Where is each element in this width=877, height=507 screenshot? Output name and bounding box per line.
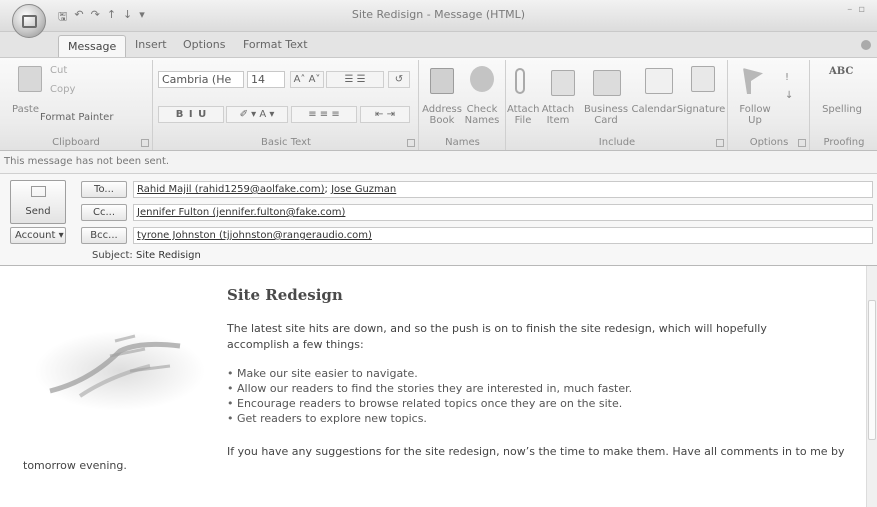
business-card-button[interactable]: Business Card bbox=[583, 104, 629, 126]
send-button[interactable]: Send bbox=[10, 180, 66, 224]
importance-low-icon[interactable]: ↓ bbox=[785, 90, 793, 101]
tab-options[interactable]: Options bbox=[183, 38, 225, 51]
cc-field[interactable]: Jennifer Fulton (jennifer.fulton@fake.co… bbox=[133, 204, 873, 221]
body-paragraph: The latest site hits are down, and so th… bbox=[227, 322, 767, 351]
spelling-icon[interactable]: ABC bbox=[829, 66, 853, 77]
include-label: Include bbox=[598, 137, 636, 148]
paste-icon[interactable] bbox=[18, 66, 42, 92]
follow-up-flag-icon[interactable] bbox=[743, 68, 763, 94]
envelope-icon bbox=[31, 186, 46, 197]
ribbon: Paste Cut Copy Format Painter Clipboard … bbox=[0, 57, 877, 151]
names-label: Names bbox=[445, 137, 480, 148]
paste-button[interactable]: Paste bbox=[12, 104, 39, 115]
spelling-button[interactable]: Spelling bbox=[819, 104, 865, 115]
address-book-icon[interactable] bbox=[430, 68, 454, 94]
check-names-icon[interactable] bbox=[470, 66, 494, 92]
send-label: Send bbox=[25, 206, 51, 217]
attach-item-button[interactable]: Attach Item bbox=[541, 104, 575, 126]
highlight-fontcolor-buttons[interactable]: ✐ ▾ A ▾ bbox=[226, 106, 288, 123]
calendar-icon[interactable] bbox=[645, 68, 673, 94]
proofing-label: Proofing bbox=[823, 137, 865, 148]
tab-message[interactable]: Message bbox=[58, 35, 127, 59]
options-label: Options bbox=[749, 137, 789, 148]
basic-text-label: Basic Text bbox=[261, 137, 311, 148]
dialog-launcher-icon[interactable] bbox=[407, 139, 415, 147]
window-title: Site Redisign - Message (HTML) bbox=[351, 8, 526, 21]
list-item: Allow our readers to find the stories th… bbox=[227, 381, 632, 396]
signature-button[interactable]: Signature bbox=[677, 104, 725, 115]
vertical-scrollbar[interactable] bbox=[866, 266, 877, 507]
font-size-box[interactable]: 14 bbox=[247, 71, 285, 88]
chevron-down-icon: ▾ bbox=[58, 230, 64, 241]
font-name-box[interactable]: Cambria (He bbox=[158, 71, 244, 88]
recipient-link[interactable]: Rahid Majil (rahid1259@aolfake.com) bbox=[137, 184, 325, 195]
cut-button[interactable]: Cut bbox=[50, 65, 67, 76]
paperclip-icon[interactable] bbox=[515, 68, 525, 94]
list-item: Get readers to explore new topics. bbox=[227, 411, 632, 426]
options-group: ! ↓ Follow Up Options bbox=[729, 60, 810, 150]
bullet-list: Make our site easier to navigate. Allow … bbox=[227, 366, 632, 426]
format-painter-button[interactable]: Format Painter bbox=[40, 112, 113, 123]
business-card-icon[interactable] bbox=[593, 70, 621, 96]
info-bar: This message has not been sent. bbox=[0, 151, 877, 174]
dialog-launcher-icon[interactable] bbox=[716, 139, 724, 147]
check-names-button[interactable]: Check Names bbox=[462, 104, 502, 126]
to-button[interactable]: To... bbox=[81, 181, 127, 198]
office-logo-icon bbox=[22, 15, 37, 28]
account-label: Account bbox=[15, 230, 56, 241]
importance-high-icon[interactable]: ! bbox=[785, 72, 789, 83]
signature-icon[interactable] bbox=[691, 66, 715, 92]
proofing-group: ABC Spelling Proofing bbox=[811, 60, 877, 150]
recipient-link[interactable]: Jennifer Fulton (jennifer.fulton@fake.co… bbox=[137, 207, 345, 218]
bold-italic-underline-buttons[interactable]: B I U bbox=[158, 106, 224, 123]
list-item: Make our site easier to navigate. bbox=[227, 366, 632, 381]
recipient-link[interactable]: tyrone Johnston (tjjohnston@rangeraudio.… bbox=[137, 230, 372, 241]
attach-item-icon[interactable] bbox=[551, 70, 575, 96]
list-item: Encourage readers to browse related topi… bbox=[227, 396, 632, 411]
recipient-link[interactable]: Jose Guzman bbox=[331, 184, 396, 195]
ribbon-tabs: Message Insert Options Format Text bbox=[0, 32, 877, 59]
basic-text-group: Cambria (He 14 A˄ A˅ ☰ ☰ ↺ B I U ✐ ▾ A ▾… bbox=[154, 60, 419, 150]
tab-insert[interactable]: Insert bbox=[135, 38, 167, 51]
scrollbar-thumb[interactable] bbox=[868, 300, 876, 440]
subject-label: Subject: bbox=[92, 250, 133, 261]
help-icon[interactable] bbox=[861, 40, 871, 50]
clipart-image bbox=[35, 331, 205, 411]
bcc-field[interactable]: tyrone Johnston (tjjohnston@rangeraudio.… bbox=[133, 227, 873, 244]
title-bar: 🖫 ↶ ↷ ↑ ↓ ▾ Site Redisign - Message (HTM… bbox=[0, 0, 877, 38]
office-button[interactable] bbox=[12, 4, 46, 38]
tab-format-text[interactable]: Format Text bbox=[243, 38, 308, 51]
alignment-buttons[interactable]: ≡ ≡ ≡ bbox=[291, 106, 357, 123]
account-button[interactable]: Account ▾ bbox=[10, 227, 66, 244]
indent-buttons[interactable]: ⇤ ⇥ bbox=[360, 106, 410, 123]
message-header: Send Account ▾ To... Cc... Bcc... Subjec… bbox=[0, 174, 877, 266]
closing-paragraph-continued: tomorrow evening. bbox=[23, 459, 127, 472]
grow-shrink-font-buttons[interactable]: A˄ A˅ bbox=[290, 71, 324, 88]
clear-format-icon[interactable]: ↺ bbox=[388, 71, 410, 88]
calendar-button[interactable]: Calendar bbox=[631, 104, 677, 115]
clipboard-group: Paste Cut Copy Format Painter Clipboard bbox=[0, 60, 153, 150]
message-body[interactable]: Site Redesign The latest site hits are d… bbox=[0, 266, 866, 507]
bcc-button[interactable]: Bcc... bbox=[81, 227, 127, 244]
names-group: Address Book Check Names Names bbox=[420, 60, 506, 150]
cc-button[interactable]: Cc... bbox=[81, 204, 127, 221]
window-controls[interactable]: –▫ bbox=[847, 4, 871, 15]
body-heading: Site Redesign bbox=[227, 286, 343, 304]
clipboard-label: Clipboard bbox=[52, 137, 100, 148]
dialog-launcher-icon[interactable] bbox=[798, 139, 806, 147]
include-group: Attach File Attach Item Business Card Ca… bbox=[507, 60, 728, 150]
closing-paragraph: If you have any suggestions for the site… bbox=[227, 445, 845, 458]
follow-up-button[interactable]: Follow Up bbox=[735, 104, 775, 126]
address-book-button[interactable]: Address Book bbox=[422, 104, 462, 126]
copy-button[interactable]: Copy bbox=[50, 84, 75, 95]
attach-file-button[interactable]: Attach File bbox=[507, 104, 539, 126]
to-field[interactable]: Rahid Majil (rahid1259@aolfake.com); Jos… bbox=[133, 181, 873, 198]
subject-field[interactable]: Site Redisign bbox=[133, 248, 873, 265]
dialog-launcher-icon[interactable] bbox=[141, 139, 149, 147]
list-buttons[interactable]: ☰ ☰ bbox=[326, 71, 384, 88]
